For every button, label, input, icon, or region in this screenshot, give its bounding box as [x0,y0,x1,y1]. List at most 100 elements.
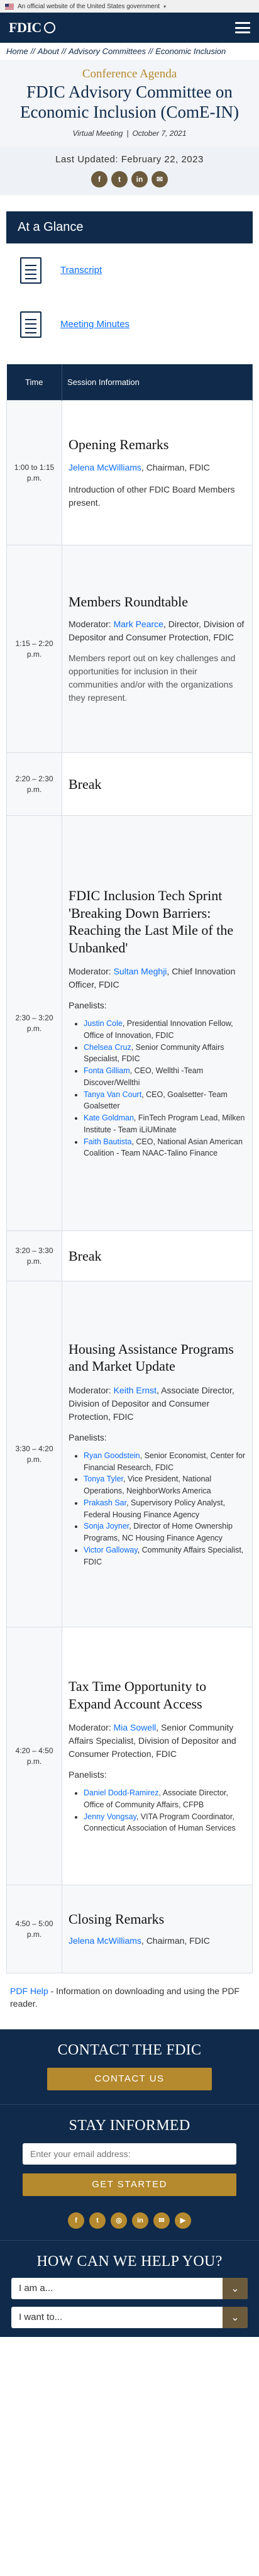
stay-informed-heading: STAY INFORMED [69,2117,190,2134]
email-icon[interactable]: ✉ [152,170,168,187]
session-time: 2:30 – 3:20 p.m. [6,815,62,1232]
session-time: 3:30 – 4:20 p.m. [6,1281,62,1628]
glance-title: At a Glance [6,211,253,243]
twitter-icon[interactable]: t [111,170,128,187]
last-updated: Last Updated: February 22, 2023 [55,153,204,165]
column-header-session: Session Information [62,364,253,401]
facebook-icon[interactable]: f [91,170,107,187]
table-row: 2:30 – 3:20 p.m. FDIC Inclusion Tech Spr… [6,815,253,1232]
session-info: Members Roundtable Moderator: Mark Pearc… [62,545,253,754]
i-want-select-label: I want to... [19,2312,63,2323]
speaker-title: , Chairman, FDIC [141,1935,210,1946]
speaker-link[interactable]: Jelena McWilliams [69,462,141,472]
meeting-minutes-link[interactable]: Meeting Minutes [60,319,130,330]
breadcrumb-separator: // [61,47,67,56]
speaker-link[interactable]: Jelena McWilliams [69,1936,141,1946]
panelist-link[interactable]: Tanya Van Court [84,1090,141,1099]
linkedin-icon[interactable]: in [132,2212,148,2229]
panelist-link[interactable]: Fonta Gilliam [84,1066,130,1075]
email-input[interactable]: Enter your email address: [23,2143,236,2165]
table-row: 1:15 – 2:20 p.m. Members Roundtable Mode… [6,545,253,754]
speaker-link[interactable]: Keith Ernst [114,1385,157,1395]
breadcrumb-home[interactable]: Home [6,47,28,56]
speaker-link[interactable]: Mia Sowell [114,1722,157,1732]
table-row: 3:30 – 4:20 p.m. Housing Assistance Prog… [6,1281,253,1628]
table-row: 1:00 to 1:15 p.m. Opening Remarks Jelena… [6,400,253,546]
at-a-glance: At a Glance Transcript Meeting Minutes [6,211,253,352]
youtube-icon[interactable]: ▶ [175,2212,191,2229]
list-item: Victor Galloway, Community Affairs Speci… [84,1544,246,1568]
session-time: 2:20 – 2:30 p.m. [6,752,62,817]
panelist-link[interactable]: Ryan Goodstein [84,1451,140,1460]
panelist-list: Justin Cole, Presidential Innovation Fel… [69,1018,246,1159]
session-info: Housing Assistance Programs and Market U… [62,1281,253,1628]
breadcrumb-separator: // [148,47,153,56]
social-row: f t ◎ in ✉ ▶ [0,2212,259,2229]
agenda-table: Time Session Information 1:00 to 1:15 p.… [6,364,253,1974]
twitter-icon[interactable]: t [89,2212,106,2229]
chevron-down-icon: ▾ [163,3,167,9]
speaker: Jelena McWilliams, Chairman, FDIC [69,461,246,474]
panelists-label: Panelists: [69,1000,107,1011]
speaker-link[interactable]: Mark Pearce [114,619,163,629]
panelist-link[interactable]: Victor Galloway [84,1546,138,1554]
panelist-link[interactable]: Jenny Vongsay [84,1812,136,1821]
table-row: 2:20 – 2:30 p.m. Break [6,752,253,817]
fdic-logo[interactable]: FDIC [9,20,55,36]
panelist-link[interactable]: Tonya Tyler [84,1475,123,1483]
chevron-down-icon: ⌄ [223,2306,248,2328]
i-am-select-label: I am a... [19,2283,53,2294]
session-time: 1:00 to 1:15 p.m. [6,400,62,546]
email-icon[interactable]: ✉ [153,2212,170,2229]
meeting-meta: Virtual Meeting | October 7, 2021 [11,129,248,138]
i-want-select[interactable]: I want to... ⌄ [11,2306,248,2328]
transcript-link[interactable]: Transcript [60,265,102,276]
panelists-label: Panelists: [69,1432,107,1442]
linkedin-icon[interactable]: in [131,170,148,187]
session-info: Break [62,752,253,817]
breadcrumb-advisory[interactable]: Advisory Committees [69,47,146,56]
speaker-link[interactable]: Sultan Meghji [114,966,167,976]
list-item: Jenny Vongsay, VITA Program Coordinator,… [84,1811,246,1835]
facebook-icon[interactable]: f [68,2212,84,2229]
session-info: Closing Remarks Jelena McWilliams, Chair… [62,1885,253,1974]
panelist-link[interactable]: Kate Goldman [84,1113,134,1122]
instagram-icon[interactable]: ◎ [111,2212,127,2229]
glance-item-transcript: Transcript [6,243,253,298]
breadcrumb-economic-inclusion[interactable]: Economic Inclusion [155,47,226,56]
page-header: Conference Agenda FDIC Advisory Committe… [0,59,259,147]
session-title: Housing Assistance Programs and Market U… [69,1341,234,1374]
moderator: Moderator: Keith Ernst, Associate Direct… [69,1384,246,1424]
meeting-type: Virtual Meeting [72,128,123,138]
panelist-link[interactable]: Prakash Sar [84,1498,126,1507]
masthead: FDIC [0,13,259,43]
get-started-button[interactable]: GET STARTED [23,2173,236,2196]
session-info: Opening Remarks Jelena McWilliams, Chair… [62,400,253,546]
hamburger-menu-icon[interactable] [235,22,250,33]
list-item: Ryan Goodstein, Senior Economist, Center… [84,1450,246,1474]
moderator-label: Moderator: [69,966,114,977]
panelist-link[interactable]: Justin Cole [84,1019,123,1028]
contact-us-button[interactable]: CONTACT US [47,2067,212,2090]
panelist-link[interactable]: Faith Bautista [84,1137,131,1146]
updated-block: Last Updated: February 22, 2023 f t in ✉ [0,146,259,195]
list-item: Justin Cole, Presidential Innovation Fel… [84,1018,246,1042]
session-title: FDIC Inclusion Tech Sprint 'Breaking Dow… [69,888,234,956]
moderator: Moderator: Mia Sowell, Senior Community … [69,1721,246,1761]
page-title: FDIC Advisory Committee on Economic Incl… [20,82,239,121]
pdf-help-link[interactable]: PDF Help [10,1986,48,1996]
session-title: Tax Time Opportunity to Expand Account A… [69,1678,207,1712]
session-info: Break [62,1230,253,1282]
moderator: Moderator: Mark Pearce, Director, Divisi… [69,618,246,644]
speaker: Jelena McWilliams, Chairman, FDIC [69,1934,246,1948]
panelist-link[interactable]: Sonja Joyner [84,1522,129,1531]
session-info: Tax Time Opportunity to Expand Account A… [62,1627,253,1886]
panelist-link[interactable]: Daniel Dodd-Ramirez [84,1788,159,1797]
breadcrumb-about[interactable]: About [38,47,59,56]
chevron-down-icon: ⌄ [223,2277,248,2299]
i-am-select[interactable]: I am a... ⌄ [11,2277,248,2299]
list-item: Sonja Joyner, Director of Home Ownership… [84,1520,246,1544]
panelist-link[interactable]: Chelsea Cruz [84,1043,131,1052]
session-time: 3:20 – 3:30 p.m. [6,1230,62,1282]
gov-banner[interactable]: An official website of the United States… [0,0,259,13]
